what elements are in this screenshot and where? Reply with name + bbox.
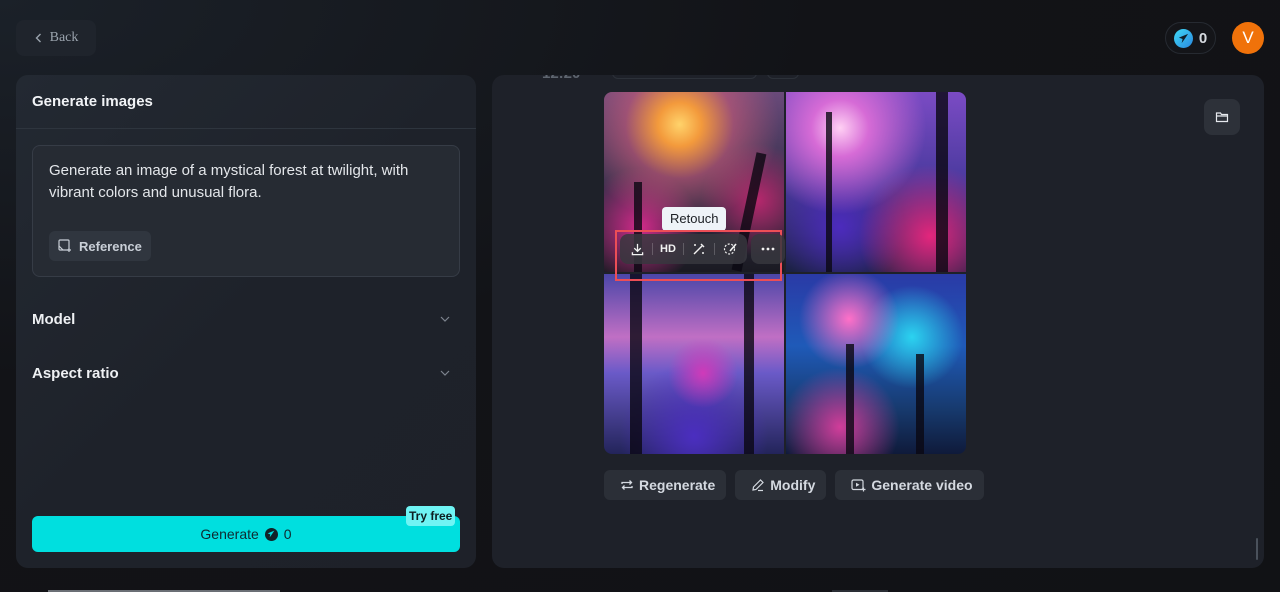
toolbar-divider (714, 243, 715, 255)
credits-count: 0 (1198, 29, 1208, 47)
chevron-down-icon (440, 316, 450, 322)
reference-image-icon (58, 239, 71, 252)
scrollbar-thumb[interactable] (1256, 538, 1258, 560)
aspect-ratio-section[interactable]: Aspect ratio (32, 358, 460, 388)
generated-image-3[interactable] (604, 274, 784, 454)
image-toolbar: HD (620, 234, 785, 264)
regenerate-icon (621, 480, 633, 490)
folder-button[interactable] (1204, 99, 1240, 135)
prompt-chip (612, 75, 757, 79)
retouch-button[interactable] (717, 236, 743, 262)
avatar[interactable]: V (1232, 22, 1264, 54)
generate-video-button[interactable]: Generate video (835, 470, 984, 500)
option-chip (767, 75, 799, 79)
chevron-left-icon (35, 33, 41, 43)
toolbar-divider (683, 243, 684, 255)
timestamp: 12:20 (542, 75, 580, 82)
regenerate-button[interactable]: Regenerate (604, 470, 727, 500)
modify-button[interactable]: Modify (735, 470, 827, 500)
video-icon (851, 479, 866, 492)
credit-coin-icon (1173, 28, 1193, 48)
chevron-down-icon (440, 370, 450, 376)
tool-group-main: HD (620, 234, 747, 264)
credits-badge[interactable]: 0 (1165, 22, 1216, 54)
try-free-badge: Try free (406, 506, 456, 526)
more-icon (761, 247, 775, 251)
results-panel: 12:20 Retouch (492, 75, 1264, 568)
model-label: Model (32, 310, 76, 328)
generate-video-label: Generate video (871, 477, 973, 493)
generate-cost: 0 (283, 526, 292, 542)
hd-button[interactable]: HD (655, 236, 681, 262)
model-section[interactable]: Model (32, 304, 460, 334)
back-button[interactable]: Back (16, 20, 96, 56)
generate-button[interactable]: Generate 0 (32, 516, 460, 552)
panel-title: Generate images (16, 75, 476, 129)
retouch-brush-icon (723, 243, 737, 255)
toolbar-divider (652, 243, 653, 255)
back-label: Back (49, 30, 79, 45)
download-button[interactable] (624, 236, 650, 262)
generate-label: Generate (200, 526, 259, 542)
prompt-text: Generate an image of a mystical forest a… (49, 162, 409, 201)
generated-image-4[interactable] (786, 274, 966, 454)
aspect-ratio-label: Aspect ratio (32, 364, 119, 382)
retouch-tooltip: Retouch (662, 207, 727, 231)
folder-icon (1215, 112, 1229, 123)
generate-panel: Generate images Generate an image of a m… (16, 75, 476, 568)
tool-group-more (751, 234, 785, 264)
more-button[interactable] (755, 236, 781, 262)
prompt-input[interactable]: Generate an image of a mystical forest a… (32, 145, 460, 277)
avatar-initial: V (1242, 28, 1254, 47)
download-icon (631, 243, 643, 255)
reference-label: Reference (79, 238, 142, 254)
credit-coin-icon (264, 527, 278, 541)
magic-wand-icon (693, 243, 705, 255)
regenerate-label: Regenerate (639, 477, 716, 493)
magic-wand-button[interactable] (686, 236, 712, 262)
generated-image-2[interactable] (786, 92, 966, 272)
reference-button[interactable]: Reference (49, 231, 151, 261)
image-actions: Regenerate Modify Generate video (604, 470, 984, 500)
modify-label: Modify (770, 477, 816, 493)
pencil-icon (752, 479, 765, 492)
